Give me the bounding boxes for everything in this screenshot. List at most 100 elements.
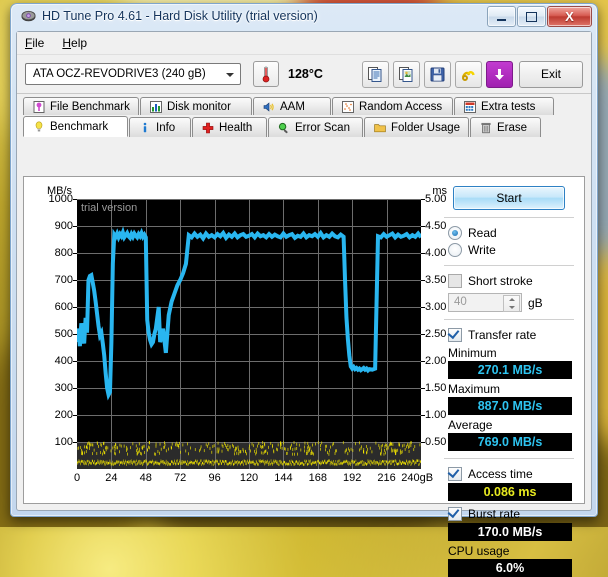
- average-value: 769.0 MB/s: [448, 433, 572, 451]
- maximum-label: Maximum: [442, 382, 576, 396]
- checkbox-access-time[interactable]: Access time: [442, 465, 576, 482]
- divider: [444, 319, 574, 320]
- tab-error-scan[interactable]: Error Scan: [268, 117, 363, 137]
- maximum-value: 887.0 MB/s: [448, 397, 572, 415]
- close-button[interactable]: X: [547, 6, 592, 27]
- tab-file-benchmark[interactable]: File Benchmark: [23, 97, 139, 115]
- checkbox-burst-rate[interactable]: Burst rate: [442, 505, 576, 522]
- tab-extra-tests[interactable]: Extra tests: [454, 97, 554, 115]
- download-button[interactable]: [486, 61, 513, 88]
- x-tick-label: 240gB: [401, 472, 433, 484]
- minimize-button[interactable]: [487, 6, 516, 27]
- tab-label: Error Scan: [295, 122, 350, 134]
- toolbar-icon-group: [362, 61, 513, 88]
- radio-write[interactable]: Write: [442, 241, 576, 258]
- tab-erase[interactable]: Erase: [470, 117, 541, 137]
- tab-label: Folder Usage: [391, 122, 460, 134]
- access-time-label: Access time: [468, 467, 533, 481]
- maximize-button[interactable]: [517, 6, 546, 27]
- divider: [444, 217, 574, 218]
- application-window: HD Tune Pro 4.61 - Hard Disk Utility (tr…: [10, 3, 598, 517]
- scatter-icon: [342, 101, 354, 113]
- tab-info[interactable]: Info: [129, 117, 191, 137]
- short-stroke-unit: gB: [528, 296, 543, 310]
- y-tick-label: 200: [55, 409, 73, 421]
- cpu-usage-value: 6.0%: [448, 559, 572, 577]
- copy-icon: [368, 67, 383, 82]
- menu-bar: File Help: [17, 32, 591, 55]
- file-benchmark-icon: [33, 101, 45, 113]
- checkbox-transfer-rate[interactable]: Transfer rate: [442, 326, 576, 343]
- minimum-value: 270.1 MB/s: [448, 361, 572, 379]
- thermometer-icon: [259, 65, 273, 83]
- drive-selector[interactable]: ATA OCZ-REVODRIVE3 (240 gB): [25, 63, 241, 85]
- tab-label: AAM: [280, 101, 305, 113]
- checkbox-transfer-rate-icon: [448, 328, 462, 342]
- checkbox-burst-rate-icon: [448, 507, 462, 521]
- plot-inner: trial version: [77, 199, 421, 469]
- tab-row-secondary: Benchmark Info Health: [23, 116, 585, 137]
- checkbox-access-time-icon: [448, 467, 462, 481]
- divider: [444, 265, 574, 266]
- radio-read[interactable]: Read: [442, 224, 576, 241]
- tab-label: Benchmark: [50, 121, 108, 133]
- copy-button[interactable]: [362, 61, 389, 88]
- y-tick-label: 700: [55, 274, 73, 286]
- x-tick-label: 168: [309, 472, 327, 484]
- short-stroke-stepper[interactable]: 40: [448, 293, 522, 312]
- radio-read-label: Read: [468, 226, 497, 240]
- x-tick-label: 96: [208, 472, 220, 484]
- title-bar[interactable]: HD Tune Pro 4.61 - Hard Disk Utility (tr…: [11, 4, 597, 31]
- menu-item-file[interactable]: File: [25, 36, 44, 50]
- window-buttons: X: [487, 6, 592, 27]
- tab-health[interactable]: Health: [192, 117, 267, 137]
- tab-label: File Benchmark: [50, 101, 130, 113]
- short-stroke-row: 40 gB: [442, 293, 576, 312]
- benchmark-chart: MB/s ms trial version 100200300400500600…: [35, 185, 451, 495]
- y-tick-label: 600: [55, 301, 73, 313]
- exit-button[interactable]: Exit: [519, 61, 583, 88]
- y-tick-label: 100: [55, 436, 73, 448]
- controls-column: Start Read Write Short stroke: [442, 185, 576, 495]
- burst-rate-label: Burst rate: [468, 507, 520, 521]
- tab-benchmark[interactable]: Benchmark: [23, 116, 128, 137]
- x-tick-label: 144: [274, 472, 292, 484]
- plot-area: trial version 10020030040050060070080090…: [77, 199, 421, 469]
- tab-label: Info: [156, 122, 175, 134]
- trash-icon: [480, 122, 492, 134]
- folder-link-icon: [461, 67, 476, 82]
- tab-label: Erase: [497, 122, 527, 134]
- tab-folder-usage[interactable]: Folder Usage: [364, 117, 469, 137]
- divider: [444, 458, 574, 459]
- x-tick-label: 24: [105, 472, 117, 484]
- radio-write-icon: [448, 243, 462, 257]
- x-tick-label: 216: [377, 472, 395, 484]
- copy-image-button[interactable]: [393, 61, 420, 88]
- bar-chart-icon: [150, 101, 162, 113]
- tab-aam[interactable]: AAM: [253, 97, 331, 115]
- window-title: HD Tune Pro 4.61 - Hard Disk Utility (tr…: [42, 9, 318, 23]
- y-tick-label: 900: [55, 220, 73, 232]
- window-client-area: File Help ATA OCZ-REVODRIVE3 (240 gB) 12…: [16, 31, 592, 511]
- hard-disk-icon: [21, 10, 36, 24]
- checkbox-short-stroke-icon: [448, 274, 462, 288]
- tab-disk-monitor[interactable]: Disk monitor: [140, 97, 252, 115]
- temperature-button[interactable]: [253, 61, 279, 87]
- copy-image-icon: [399, 67, 414, 82]
- checkbox-short-stroke[interactable]: Short stroke: [442, 272, 576, 289]
- folder-icon: [374, 122, 386, 134]
- stepper-buttons[interactable]: [503, 295, 520, 312]
- short-stroke-label: Short stroke: [468, 274, 533, 288]
- menu-item-help[interactable]: Help: [62, 36, 87, 50]
- download-icon: [492, 67, 507, 82]
- cpu-usage-label: CPU usage: [442, 544, 576, 558]
- folder-link-button[interactable]: [455, 61, 482, 88]
- save-button[interactable]: [424, 61, 451, 88]
- magnifier-icon: [278, 122, 290, 134]
- extra-tests-icon: [464, 101, 476, 113]
- red-cross-icon: [202, 122, 214, 134]
- start-button[interactable]: Start: [453, 186, 565, 210]
- average-label: Average: [442, 418, 576, 432]
- access-time-value: 0.086 ms: [448, 483, 572, 501]
- tab-random-access[interactable]: Random Access: [332, 97, 453, 115]
